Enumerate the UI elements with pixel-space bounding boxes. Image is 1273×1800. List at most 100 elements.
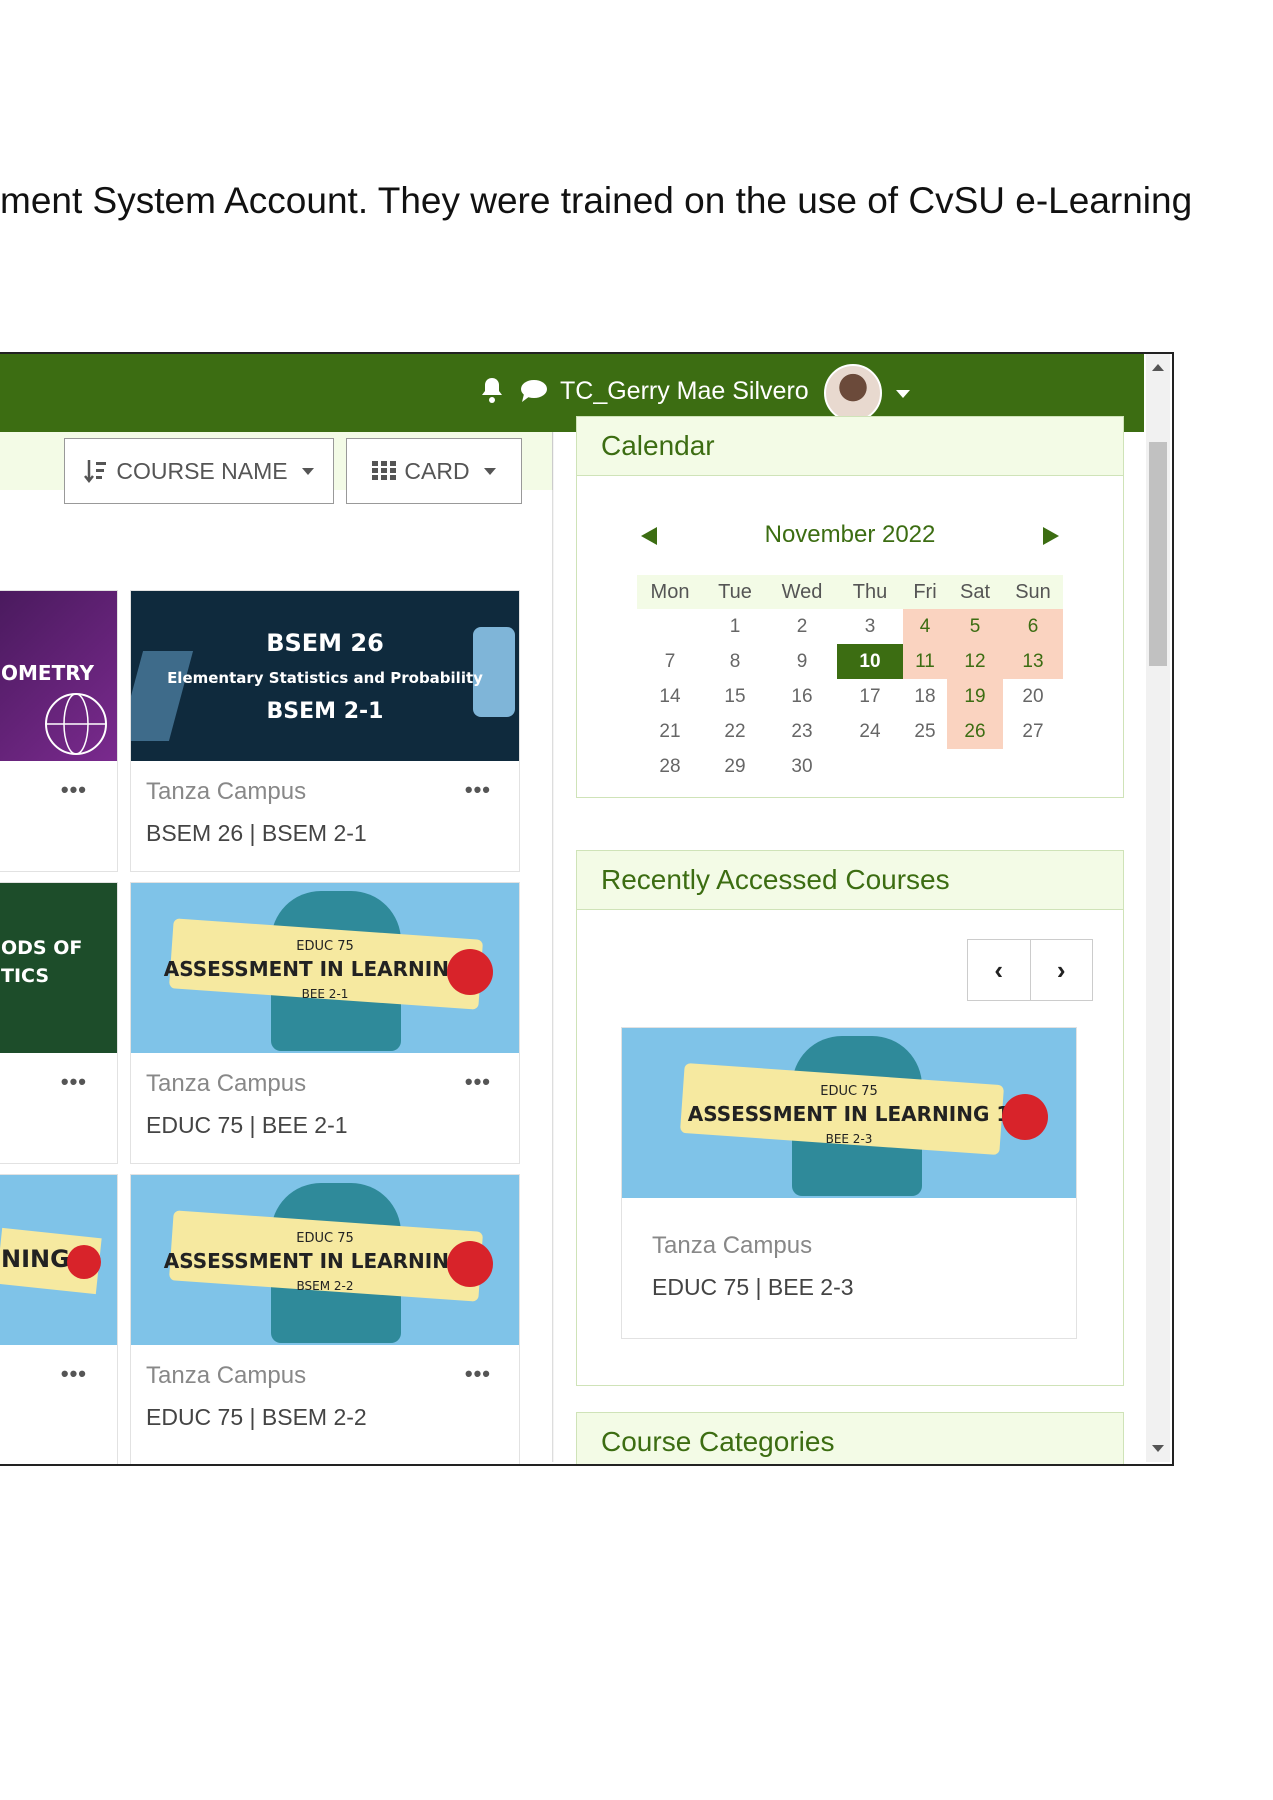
- scroll-up-arrow-icon[interactable]: [1152, 364, 1164, 371]
- view-card-button[interactable]: CARD: [346, 438, 522, 504]
- course-card[interactable]: EDUC 75 ASSESSMENT IN LEARNING 1 BSEM 2-…: [130, 1174, 520, 1464]
- apple-icon: [447, 1241, 493, 1287]
- calendar-day[interactable]: 2: [767, 609, 837, 644]
- weekday-header: Sun: [1003, 575, 1063, 609]
- course-menu-button[interactable]: •••: [465, 777, 491, 803]
- weekday-header: Wed: [767, 575, 837, 609]
- calendar-day[interactable]: 8: [703, 644, 767, 679]
- calendar-day[interactable]: 5: [947, 609, 1003, 644]
- calendar-day[interactable]: 7: [637, 644, 703, 679]
- calendar-day[interactable]: 11: [903, 644, 947, 679]
- course-name-link[interactable]: BSEM 26 | BSEM 2-1: [146, 820, 367, 847]
- notification-bell-icon[interactable]: [480, 376, 504, 404]
- course-menu-button[interactable]: •••: [61, 777, 87, 803]
- messages-icon[interactable]: [520, 378, 548, 404]
- calendar-block: Calendar November 2022 Mon Tue Wed Thu Fri Sa…: [576, 416, 1124, 798]
- course-card[interactable]: EDUC 75 ASSESSMENT IN LEARNING 1 BEE 2-1…: [130, 882, 520, 1164]
- browser-screenshot: TC_Gerry Mae Silvero COURSE NAME CARD OM…: [0, 352, 1174, 1466]
- course-name-link[interactable]: EDUC 75 | BSEM 2-2: [146, 1404, 367, 1431]
- course-campus: Tanza Campus: [146, 1070, 307, 1097]
- apple-icon: [1002, 1094, 1048, 1140]
- course-card-partial[interactable]: OMETRY •••: [0, 590, 118, 872]
- banner-code: EDUC 75: [820, 1084, 878, 1099]
- calendar-day[interactable]: 10: [837, 644, 903, 679]
- course-image: EDUC 75 ASSESSMENT IN LEARNING 1 BSEM 2-…: [131, 1175, 519, 1345]
- calendar-day[interactable]: 12: [947, 644, 1003, 679]
- avatar[interactable]: [824, 364, 882, 422]
- course-name-link[interactable]: EDUC 75 | BEE 2-3: [652, 1274, 854, 1301]
- course-image: ODS OF TICS: [0, 883, 117, 1053]
- course-name-link[interactable]: EDUC 75 | BEE 2-1: [146, 1112, 348, 1139]
- chevron-left-icon[interactable]: ‹: [968, 940, 1030, 1000]
- calendar-day[interactable]: 18: [903, 679, 947, 714]
- document-text: ment System Account. They were trained o…: [0, 180, 1193, 221]
- recent-course-card[interactable]: EDUC 75 ASSESSMENT IN LEARNING 1 BEE 2-3…: [621, 1027, 1077, 1339]
- banner-code: BSEM 26: [266, 629, 384, 657]
- calendar-day[interactable]: 30: [767, 749, 837, 784]
- chevron-down-icon: [301, 467, 314, 475]
- calendar-day[interactable]: 24: [837, 714, 903, 749]
- course-categories-block: Course Categories: [576, 1412, 1124, 1464]
- recent-courses-title: Recently Accessed Courses: [577, 851, 1123, 910]
- calendar-day[interactable]: 1: [703, 609, 767, 644]
- calendar-day[interactable]: 25: [903, 714, 947, 749]
- calendar-day[interactable]: 14: [637, 679, 703, 714]
- course-card-partial[interactable]: NING 1 •••: [0, 1174, 118, 1464]
- course-menu-button[interactable]: •••: [61, 1069, 87, 1095]
- course-menu-button[interactable]: •••: [61, 1361, 87, 1387]
- course-campus: Tanza Campus: [146, 1362, 307, 1389]
- calendar-day: [837, 749, 903, 784]
- calendar-grid: Mon Tue Wed Thu Fri Sat Sun 1 2 3 4 5 6 7 8 9 10 11 12 13 1…: [637, 575, 1063, 784]
- calendar-day[interactable]: 6: [1003, 609, 1063, 644]
- weekday-header: Tue: [703, 575, 767, 609]
- chevron-right-icon[interactable]: ›: [1029, 940, 1093, 1000]
- user-menu-caret-icon[interactable]: [896, 390, 910, 398]
- user-name[interactable]: TC_Gerry Mae Silvero: [560, 377, 809, 406]
- sort-label: COURSE NAME: [116, 457, 288, 484]
- grid-icon: [372, 461, 397, 480]
- chevron-down-icon: [483, 467, 496, 475]
- calendar-day[interactable]: 13: [1003, 644, 1063, 679]
- course-image: OMETRY: [0, 591, 117, 761]
- calendar-day[interactable]: 29: [703, 749, 767, 784]
- calendar-day[interactable]: 22: [703, 714, 767, 749]
- calendar-day[interactable]: 23: [767, 714, 837, 749]
- scroll-down-arrow-icon[interactable]: [1152, 1445, 1164, 1452]
- weekday-header: Mon: [637, 575, 703, 609]
- sort-icon: [84, 460, 107, 484]
- course-card-partial[interactable]: ODS OF TICS •••: [0, 882, 118, 1164]
- course-menu-button[interactable]: •••: [465, 1361, 491, 1387]
- weekday-header: Thu: [837, 575, 903, 609]
- calendar-day[interactable]: 28: [637, 749, 703, 784]
- calendar-day[interactable]: 9: [767, 644, 837, 679]
- scrollbar-thumb[interactable]: [1149, 442, 1167, 666]
- sort-course-name-button[interactable]: COURSE NAME: [64, 438, 334, 504]
- course-image: EDUC 75 ASSESSMENT IN LEARNING 1 BEE 2-3: [622, 1028, 1076, 1198]
- globe-icon: [45, 693, 107, 755]
- next-month-icon[interactable]: [1043, 527, 1059, 545]
- calendar-day[interactable]: 15: [703, 679, 767, 714]
- calendar-day: [1003, 749, 1063, 784]
- course-categories-title: Course Categories: [577, 1413, 1123, 1464]
- calendar-day[interactable]: 16: [767, 679, 837, 714]
- banner-text: OMETRY: [1, 661, 94, 685]
- calendar-day: [903, 749, 947, 784]
- calendar-day[interactable]: 21: [637, 714, 703, 749]
- calendar-day[interactable]: 20: [1003, 679, 1063, 714]
- calendar-day[interactable]: 4: [903, 609, 947, 644]
- calendar-day[interactable]: 27: [1003, 714, 1063, 749]
- calendar-day[interactable]: 26: [947, 714, 1003, 749]
- banner-text: TICS: [1, 965, 50, 987]
- view-label: CARD: [404, 457, 470, 484]
- calendar-day[interactable]: 19: [947, 679, 1003, 714]
- calendar-day[interactable]: 17: [837, 679, 903, 714]
- course-menu-button[interactable]: •••: [465, 1069, 491, 1095]
- banner-section: BEE 2-3: [825, 1132, 873, 1146]
- course-image: BSEM 26 Elementary Statistics and Probab…: [131, 591, 519, 761]
- calendar-day[interactable]: 3: [837, 609, 903, 644]
- banner-title: Elementary Statistics and Probability: [167, 669, 483, 687]
- vertical-scrollbar[interactable]: [1146, 354, 1170, 1462]
- recent-courses-block: Recently Accessed Courses ‹ › EDUC 75 AS…: [576, 850, 1124, 1386]
- course-image: NING 1: [0, 1175, 117, 1345]
- course-card[interactable]: BSEM 26 Elementary Statistics and Probab…: [130, 590, 520, 872]
